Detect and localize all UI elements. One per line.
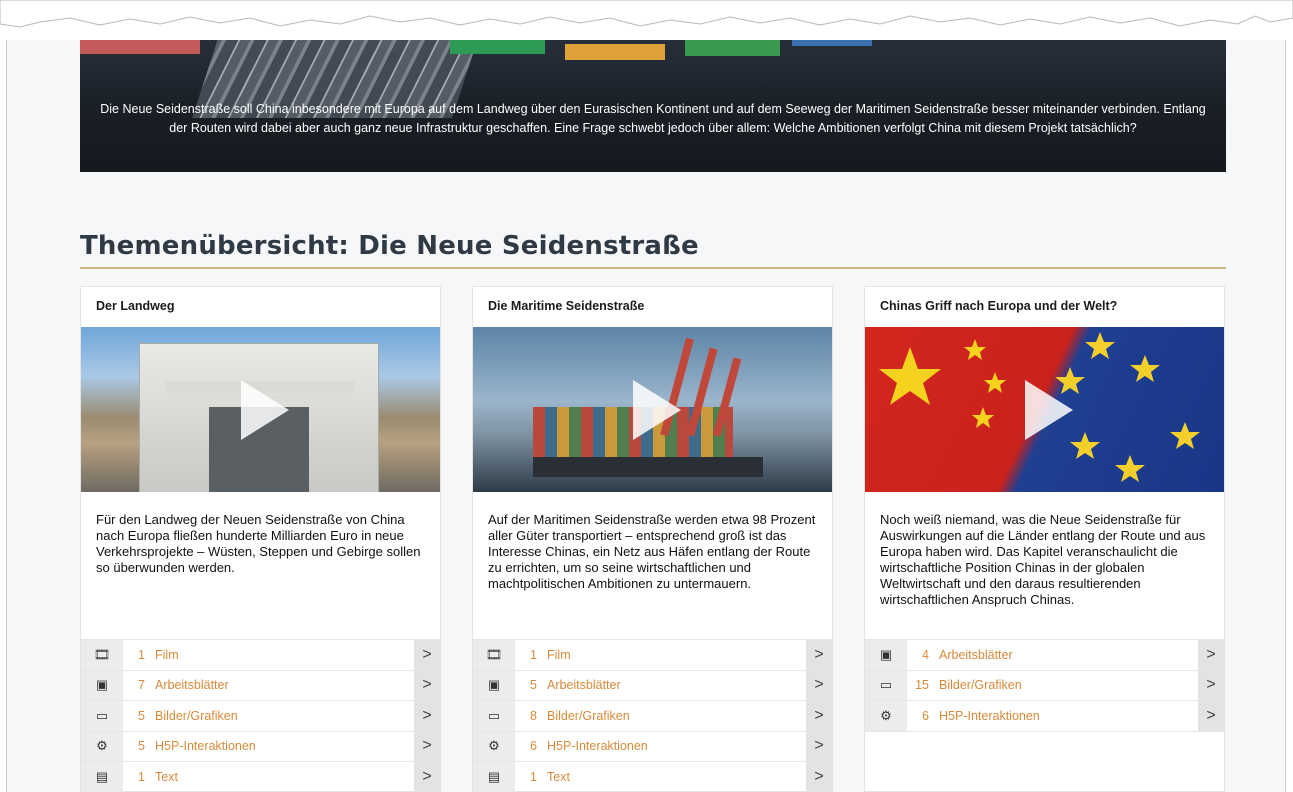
resource-row[interactable]: ⚙ 6 H5P-Interaktionen > — [865, 701, 1224, 732]
chevron-right-icon[interactable]: > — [414, 670, 440, 700]
resource-count: 6 — [530, 739, 537, 754]
play-icon[interactable] — [632, 379, 681, 440]
gears-icon: ⚙ — [865, 701, 907, 731]
resource-label[interactable]: Text — [547, 770, 806, 784]
resource-count: 6 — [922, 708, 929, 723]
hero-banner: Die Neue Seidenstraße soll China inbeson… — [80, 18, 1226, 172]
resource-count: 1 — [530, 647, 537, 662]
play-icon[interactable] — [1024, 379, 1073, 440]
section-title: Themenübersicht: Die Neue Seidenstraße — [80, 231, 699, 261]
gears-icon: ⚙ — [473, 731, 515, 761]
card-title[interactable]: Der Landweg — [81, 287, 440, 327]
resource-label[interactable]: Bilder/Grafiken — [939, 678, 1198, 692]
play-icon[interactable] — [240, 379, 289, 440]
gears-icon: ⚙ — [81, 731, 123, 761]
image-icon: ▭ — [81, 701, 123, 731]
resource-label[interactable]: H5P-Interaktionen — [547, 739, 806, 753]
resource-label[interactable]: Arbeitsblätter — [939, 648, 1198, 662]
topic-card-landweg: Der Landweg Für den Landweg der Neuen Se… — [80, 286, 441, 792]
resource-row[interactable]: ▭ 15 Bilder/Grafiken > — [865, 670, 1224, 701]
resource-label[interactable]: H5P-Interaktionen — [939, 709, 1198, 723]
film-icon: 🎞 — [473, 640, 515, 670]
resource-label[interactable]: Arbeitsblätter — [547, 678, 806, 692]
chevron-right-icon[interactable]: > — [1198, 640, 1224, 670]
topic-card-maritime: Die Maritime Seidenstraße Auf der Mariti… — [472, 286, 833, 792]
resource-count: 7 — [138, 678, 145, 693]
resource-row[interactable]: ⚙ 6 H5P-Interaktionen > — [473, 731, 832, 762]
card-title[interactable]: Die Maritime Seidenstraße — [473, 287, 832, 327]
image-icon: ▭ — [473, 701, 515, 731]
chevron-right-icon[interactable]: > — [806, 701, 832, 731]
chevron-right-icon[interactable]: > — [414, 701, 440, 731]
resource-row[interactable]: ▤ 1 Text > — [473, 762, 832, 792]
resource-label[interactable]: H5P-Interaktionen — [155, 739, 414, 753]
video-thumbnail[interactable] — [865, 327, 1224, 492]
chevron-right-icon[interactable]: > — [414, 731, 440, 761]
topic-card-global: Chinas Griff nach Europa und der Welt? N… — [864, 286, 1225, 792]
resource-row[interactable]: 🎞 1 Film > — [81, 640, 440, 671]
text-file-icon: ▤ — [473, 762, 515, 792]
resource-count: 5 — [530, 678, 537, 693]
resource-label[interactable]: Arbeitsblätter — [155, 678, 414, 692]
resource-label[interactable]: Bilder/Grafiken — [155, 709, 414, 723]
torn-edge — [0, 0, 1293, 40]
resource-label[interactable]: Bilder/Grafiken — [547, 709, 806, 723]
card-description: Noch weiß niemand, was die Neue Seidenst… — [880, 512, 1206, 607]
image-icon: ▭ — [865, 670, 907, 700]
chevron-right-icon[interactable]: > — [806, 762, 832, 792]
resource-count: 1 — [530, 769, 537, 784]
chevron-right-icon[interactable]: > — [806, 731, 832, 761]
resource-count: 5 — [138, 739, 145, 754]
resource-count: 1 — [138, 769, 145, 784]
resource-row[interactable]: ▣ 7 Arbeitsblätter > — [81, 670, 440, 701]
resource-row[interactable]: ▣ 5 Arbeitsblätter > — [473, 670, 832, 701]
hero-caption: Die Neue Seidenstraße soll China inbeson… — [100, 102, 1206, 135]
chevron-right-icon[interactable]: > — [414, 640, 440, 670]
resource-count: 4 — [922, 647, 929, 662]
resource-list: 🎞 1 Film > ▣ 5 Arbeitsblätter > ▭ 8 Bild… — [473, 639, 832, 792]
film-icon: 🎞 — [81, 640, 123, 670]
pdf-icon: ▣ — [865, 640, 907, 670]
resource-label[interactable]: Film — [155, 648, 414, 662]
video-thumbnail[interactable] — [81, 327, 440, 492]
text-file-icon: ▤ — [81, 762, 123, 792]
card-description: Für den Landweg der Neuen Seidenstraße v… — [96, 512, 421, 575]
resource-label[interactable]: Film — [547, 648, 806, 662]
section-divider — [80, 267, 1226, 269]
resource-row[interactable]: 🎞 1 Film > — [473, 640, 832, 671]
resource-count: 8 — [530, 708, 537, 723]
chevron-right-icon[interactable]: > — [806, 670, 832, 700]
resource-row[interactable]: ▣ 4 Arbeitsblätter > — [865, 640, 1224, 671]
resource-count: 15 — [915, 678, 929, 693]
resource-list: ▣ 4 Arbeitsblätter > ▭ 15 Bilder/Grafike… — [865, 639, 1224, 732]
resource-row[interactable]: ⚙ 5 H5P-Interaktionen > — [81, 731, 440, 762]
card-description: Auf der Maritimen Seidenstraße werden et… — [488, 512, 816, 591]
resource-row[interactable]: ▭ 8 Bilder/Grafiken > — [473, 701, 832, 732]
resource-row[interactable]: ▤ 1 Text > — [81, 762, 440, 792]
resource-list: 🎞 1 Film > ▣ 7 Arbeitsblätter > ▭ 5 Bild… — [81, 639, 440, 792]
pdf-icon: ▣ — [81, 670, 123, 700]
resource-label[interactable]: Text — [155, 770, 414, 784]
card-title[interactable]: Chinas Griff nach Europa und der Welt? — [865, 287, 1224, 327]
chevron-right-icon[interactable]: > — [1198, 701, 1224, 731]
resource-count: 1 — [138, 647, 145, 662]
chevron-right-icon[interactable]: > — [1198, 670, 1224, 700]
video-thumbnail[interactable] — [473, 327, 832, 492]
resource-count: 5 — [138, 708, 145, 723]
pdf-icon: ▣ — [473, 670, 515, 700]
chevron-right-icon[interactable]: > — [414, 762, 440, 792]
chevron-right-icon[interactable]: > — [806, 640, 832, 670]
resource-row[interactable]: ▭ 5 Bilder/Grafiken > — [81, 701, 440, 732]
